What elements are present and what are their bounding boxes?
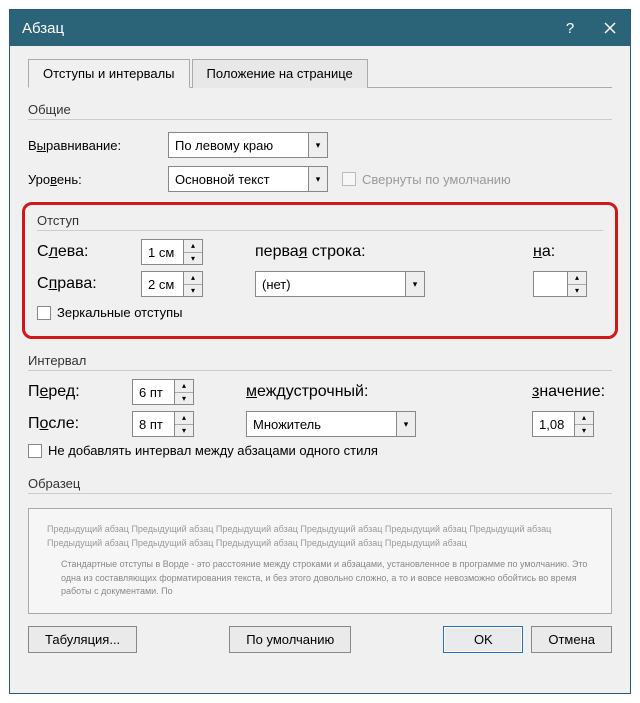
level-label: Уровень:: [28, 172, 168, 187]
level-select[interactable]: ▾: [168, 166, 328, 192]
spin-up-icon[interactable]: ▴: [175, 380, 193, 393]
close-icon: [604, 22, 616, 34]
spin-down-icon[interactable]: ▾: [184, 253, 202, 265]
section-preview: Образец: [28, 476, 612, 494]
tabs-button[interactable]: Табуляция...: [28, 626, 137, 653]
firstline-label: первая строка:: [255, 243, 366, 261]
linevalue-label: значение:: [532, 383, 605, 401]
after-spinner[interactable]: ▴▾: [132, 411, 194, 437]
spin-down-icon[interactable]: ▾: [568, 285, 586, 297]
by-spinner[interactable]: ▴▾: [533, 271, 587, 297]
default-button[interactable]: По умолчанию: [229, 626, 351, 653]
before-spinner[interactable]: ▴▾: [132, 379, 194, 405]
close-button[interactable]: [590, 10, 630, 46]
chevron-down-icon[interactable]: ▾: [308, 166, 328, 192]
section-general: Общие: [28, 102, 612, 120]
after-label: После:: [28, 415, 132, 433]
preview-prev-text: Предыдущий абзац Предыдущий абзац Предыд…: [47, 523, 593, 550]
spin-down-icon[interactable]: ▾: [575, 425, 593, 437]
linespacing-label: междустрочный:: [246, 383, 368, 401]
by-label: на:: [533, 243, 555, 261]
spin-up-icon[interactable]: ▴: [575, 412, 593, 425]
help-button[interactable]: ?: [550, 10, 590, 46]
left-indent-spinner[interactable]: ▴▾: [141, 239, 203, 265]
before-label: Перед:: [28, 383, 132, 401]
alignment-select[interactable]: ▾: [168, 132, 328, 158]
right-indent-spinner[interactable]: ▴▾: [141, 271, 203, 297]
linespacing-select[interactable]: ▾: [246, 411, 416, 437]
mirror-label: Зеркальные отступы: [57, 305, 182, 320]
spin-up-icon[interactable]: ▴: [568, 272, 586, 285]
window-title: Абзац: [22, 20, 550, 37]
section-indent: Отступ: [37, 213, 603, 231]
linevalue-spinner[interactable]: ▴▾: [532, 411, 594, 437]
spin-down-icon[interactable]: ▾: [184, 285, 202, 297]
mirror-checkbox[interactable]: [37, 306, 51, 320]
nospace-checkbox[interactable]: [28, 444, 42, 458]
right-indent-label: Справа:: [37, 275, 141, 293]
preview-box: Предыдущий абзац Предыдущий абзац Предыд…: [28, 508, 612, 614]
spin-up-icon[interactable]: ▴: [184, 272, 202, 285]
collapse-label: Свернуты по умолчанию: [362, 172, 511, 187]
chevron-down-icon[interactable]: ▾: [308, 132, 328, 158]
tab-indents[interactable]: Отступы и интервалы: [28, 59, 190, 88]
tab-strip: Отступы и интервалы Положение на страниц…: [28, 58, 612, 88]
spin-up-icon[interactable]: ▴: [184, 240, 202, 253]
chevron-down-icon[interactable]: ▾: [396, 411, 416, 437]
firstline-select[interactable]: ▾: [255, 271, 425, 297]
section-interval: Интервал: [28, 353, 612, 371]
collapse-checkbox[interactable]: [342, 172, 356, 186]
nospace-label: Не добавлять интервал между абзацами одн…: [48, 443, 378, 458]
tab-position[interactable]: Положение на странице: [192, 59, 368, 88]
alignment-label: Выравнивание:: [28, 138, 168, 153]
spin-up-icon[interactable]: ▴: [175, 412, 193, 425]
spin-down-icon[interactable]: ▾: [175, 393, 193, 405]
left-indent-label: Слева:: [37, 243, 141, 261]
preview-sample-text: Стандартные отступы в Ворде - это рассто…: [47, 558, 593, 599]
indent-highlight: Отступ Слева: ▴▾ первая строка: на:: [22, 202, 618, 339]
ok-button[interactable]: OK: [443, 626, 523, 653]
chevron-down-icon[interactable]: ▾: [405, 271, 425, 297]
titlebar: Абзац ?: [10, 10, 630, 46]
cancel-button[interactable]: Отмена: [531, 626, 612, 653]
spin-down-icon[interactable]: ▾: [175, 425, 193, 437]
